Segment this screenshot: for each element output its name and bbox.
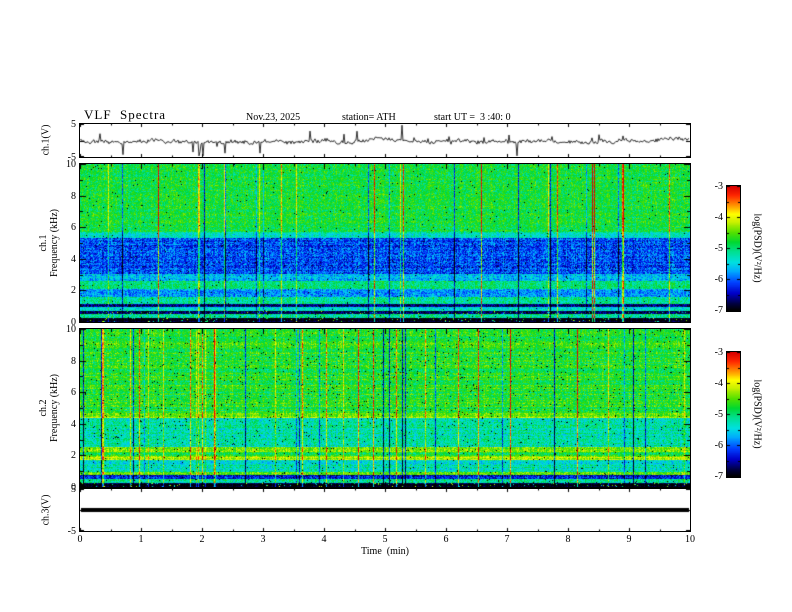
vlf-spectra-figure: VLF Spectra Nov.23, 2025 station= ATH st… [0,0,792,612]
time-axis-tick-label: 0 [77,534,83,545]
ch3-voltage-axis-label: ch.3(V) [40,494,52,526]
colorbar2-tick-label: -4 [714,378,723,389]
time-axis-tick-label: 6 [443,534,449,545]
colorbar2-tick-label: -6 [714,440,723,451]
time-axis-tick-label: 5 [382,534,388,545]
ch1-voltage-axis-label: ch.1(V) [40,124,52,156]
time-axis-tick-label: 2 [199,534,205,545]
ch2-frequency-axis-label-line1: ch.2 [38,399,49,417]
ch1-frequency-axis-label-line1: ch.1 [38,234,49,252]
colorbar1-tick-label: -7 [714,305,723,316]
ch1-spectrogram-ytick-label: 6 [71,222,76,234]
ch1-frequency-axis-label-line2: Frequency (kHz) [49,208,60,278]
colorbar1-psd-label: log(PSD)(V²/Hz) [751,213,763,283]
ch2-spectrogram-ytick-label: 2 [71,450,76,462]
date-label: Nov.23, 2025 [246,112,301,123]
ch1-spectrogram-ytick-label: 4 [71,253,76,265]
time-axis-label: Time (min) [361,546,409,557]
time-axis-tick-label: 8 [565,534,571,545]
ch2-spectrogram-panel [79,328,691,488]
station-label: station= ATH [342,112,396,123]
time-axis-tick-label: 4 [321,534,327,545]
colorbar1 [726,185,741,312]
ch2-spectrogram-ytick-label: 6 [71,387,76,399]
colorbar2 [726,351,741,478]
ch3-waveform-canvas [80,489,690,531]
colorbar1-tick-label: -5 [714,243,723,254]
ch2-spectrogram-ytick-label: 4 [71,418,76,430]
ch2-frequency-axis-label: ch.2 Frequency (kHz) [38,374,60,442]
ch1-spectrogram-panel [79,163,691,323]
page-title: VLF Spectra [84,107,167,122]
ch1-spectrogram-ytick-label: 2 [71,285,76,297]
ch1-waveform-ytick-label: 5 [71,119,76,130]
time-axis-tick-label: 10 [685,534,695,545]
ch1-frequency-axis-label: ch.1 Frequency (kHz) [38,209,60,277]
colorbar1-tick-label: -6 [714,274,723,285]
colorbar1-tick-label: -4 [714,212,723,223]
time-axis-tick-label: 1 [138,534,144,545]
ch2-frequency-axis-label-line2: Frequency (kHz) [49,373,60,443]
colorbar2-tick-label: -7 [714,471,723,482]
colorbar2-canvas [727,352,740,477]
ch1-waveform-panel [79,123,691,158]
ch1-spectrogram-ytick-label: 8 [71,190,76,202]
ch1-spectrogram-canvas [80,164,690,322]
ch2-spectrogram-ytick-label: 0 [71,482,76,493]
ch2-spectrogram-canvas [80,329,690,487]
ch2-spectrogram-ytick-label: 8 [71,355,76,367]
colorbar1-tick-label: -3 [714,181,723,192]
start-ut-label: start UT = 3 :40: 0 [434,112,511,123]
time-axis-tick-label: 7 [504,534,510,545]
ch3-waveform-panel [79,488,691,532]
time-axis-tick-label: 9 [626,534,632,545]
colorbar1-canvas [727,186,740,311]
time-axis-tick-label: 3 [260,534,266,545]
ch1-waveform-canvas [80,124,690,157]
colorbar2-psd-label: log(PSD)(V²/Hz) [751,379,763,449]
colorbar2-tick-label: -3 [714,347,723,358]
colorbar2-tick-label: -5 [714,409,723,420]
ch1-spectrogram-ytick-label: 10 [66,159,76,170]
ch2-spectrogram-ytick-label: 10 [66,324,76,335]
